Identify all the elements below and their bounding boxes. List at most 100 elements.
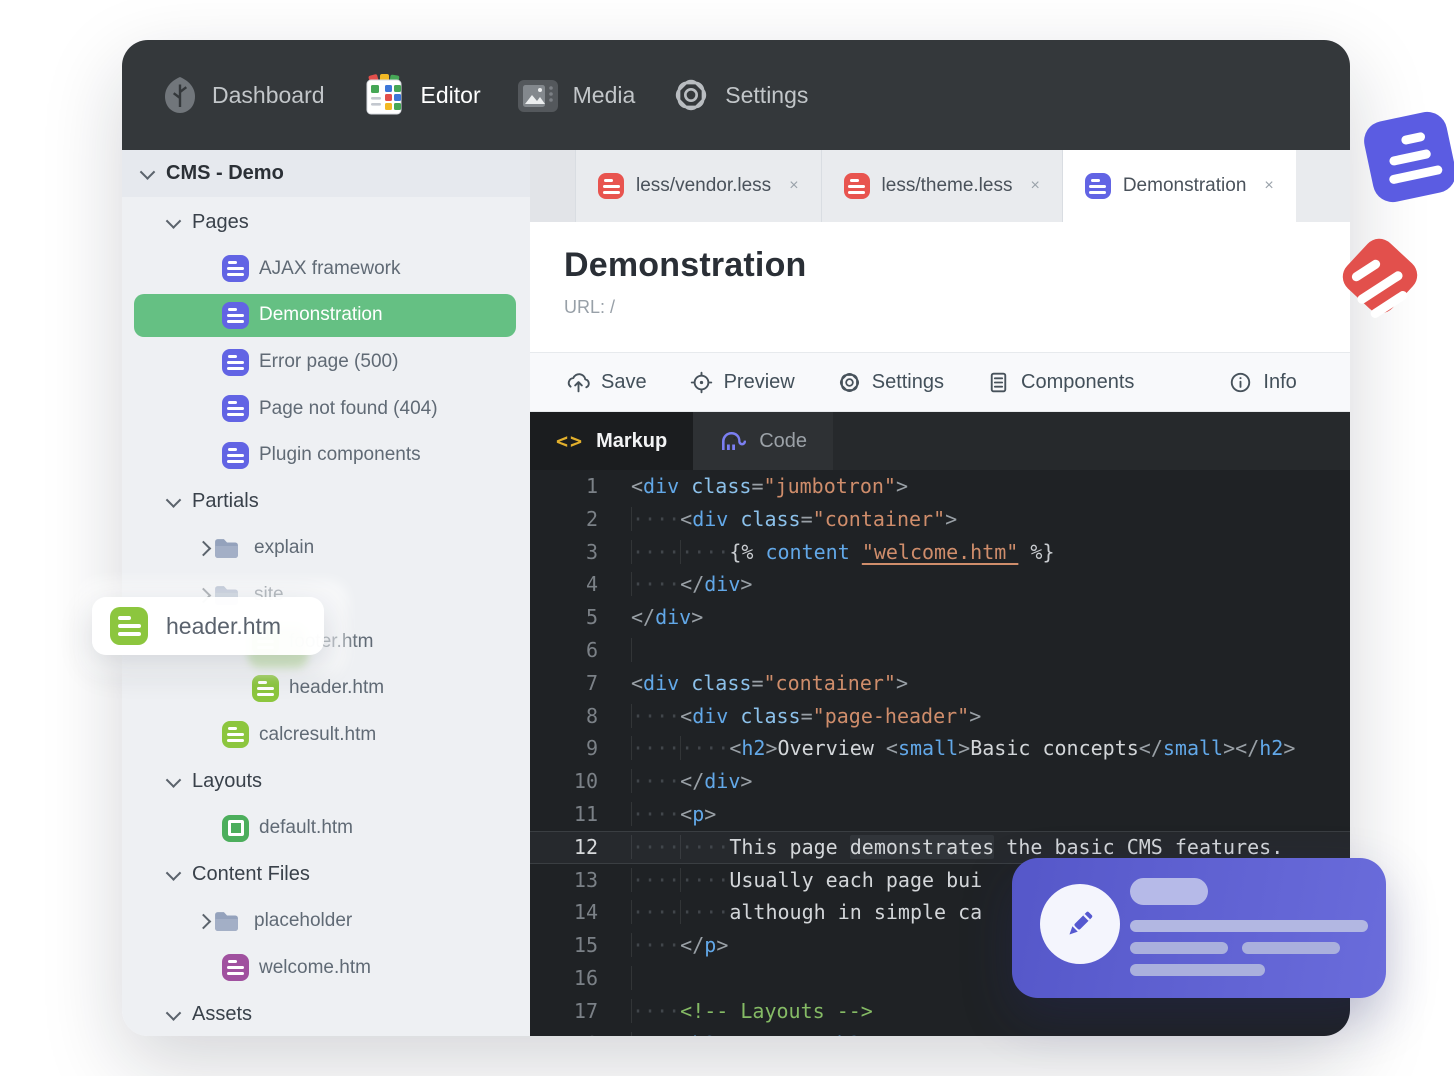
nav-item-media[interactable]: Media xyxy=(517,76,635,114)
page-file-icon xyxy=(222,395,249,423)
cloud-upload-icon xyxy=(566,370,591,395)
line-number: 10 xyxy=(573,769,598,794)
skeleton-line xyxy=(1130,942,1228,954)
line-number: 12 xyxy=(573,834,598,859)
drag-ghost-label: header.htm xyxy=(166,612,282,639)
document-header: Demonstration URL: / xyxy=(530,222,1350,352)
code-line-11: 11 ····<p> xyxy=(530,798,1350,831)
editor-tab-markup[interactable]: <> Markup xyxy=(530,412,694,470)
components-button[interactable]: Components xyxy=(986,370,1134,395)
close-icon[interactable]: × xyxy=(789,177,798,195)
nav-item-settings[interactable]: Settings xyxy=(671,75,808,115)
chevron-down-icon xyxy=(165,772,182,788)
code-line-10: 10 ····</div> xyxy=(530,765,1350,798)
line-number: 11 xyxy=(573,801,598,826)
content-file-icon xyxy=(222,954,249,982)
code-line-18: 18····<h3>Layouts</h3> xyxy=(530,1028,1350,1036)
nav-item-dashboard[interactable]: Dashboard xyxy=(162,75,325,115)
skeleton-pill xyxy=(1130,878,1208,905)
sidebar-item-ajax-framework[interactable]: AJAX framework xyxy=(122,246,530,293)
sidebar-item-welcome.htm[interactable]: welcome.htm xyxy=(122,945,530,992)
sidebar-section-partials[interactable]: Partials xyxy=(122,479,530,526)
chevron-down-icon xyxy=(165,213,182,229)
line-number: 3 xyxy=(585,539,598,564)
chevron-down-icon xyxy=(165,492,182,509)
save-button[interactable]: Save xyxy=(566,370,647,395)
nav-item-editor[interactable]: Editor xyxy=(361,73,481,117)
line-number: 13 xyxy=(573,867,598,892)
sidebar-item-default.htm[interactable]: default.htm xyxy=(122,805,530,852)
partial-file-icon xyxy=(222,721,249,749)
info-icon xyxy=(1228,370,1253,395)
layout-file-icon xyxy=(222,814,249,842)
file-icon xyxy=(598,173,624,199)
decorative-list-icon xyxy=(1336,232,1424,320)
document-tab-demonstration[interactable]: Demonstration × xyxy=(1062,150,1296,222)
partial-file-icon xyxy=(110,607,148,645)
page-background: Dashboard Editor Media Settings CMS - Demo … xyxy=(0,0,1454,1076)
sidebar-section-layouts[interactable]: Layouts xyxy=(122,758,530,805)
sidebar-item-plugin-components[interactable]: Plugin components xyxy=(122,432,530,479)
line-number: 17 xyxy=(573,998,598,1023)
nav-label: Dashboard xyxy=(212,81,325,108)
line-number: 18 xyxy=(530,1028,598,1036)
sidebar-section-assets[interactable]: Assets xyxy=(122,991,530,1036)
decorative-notes-icon xyxy=(1360,108,1454,206)
decorative-edit-card xyxy=(1012,858,1386,998)
settings-button[interactable]: Settings xyxy=(837,370,944,395)
editor-mode-bar: <> Markup Code xyxy=(530,412,1350,470)
chevron-right-icon xyxy=(195,540,212,557)
drag-ghost: header.htm xyxy=(92,597,324,655)
toolbar: Save Preview Settings Components Info xyxy=(530,352,1350,412)
gear-icon xyxy=(837,370,862,395)
chevron-down-icon xyxy=(139,164,156,180)
code-line-9: 9 ········<h2>Overview <small>Basic conce… xyxy=(530,732,1350,765)
line-number: 1 xyxy=(585,474,598,498)
php-elephant-icon xyxy=(719,430,747,452)
sidebar-item-calcresult.htm[interactable]: calcresult.htm xyxy=(122,712,530,759)
sidebar-section-content-files[interactable]: Content Files xyxy=(122,851,530,898)
line-number: 6 xyxy=(585,637,598,662)
code-line-1: 1 <div class="jumbotron"> xyxy=(530,470,1350,503)
page-file-icon xyxy=(222,441,249,469)
chevron-down-icon xyxy=(165,1005,182,1021)
line-number: 7 xyxy=(585,670,598,695)
code-line-6: 6 xyxy=(530,634,1350,667)
target-icon xyxy=(689,370,714,395)
line-number: 5 xyxy=(585,605,598,630)
file-icon xyxy=(1084,173,1111,199)
page-file-icon xyxy=(222,255,249,283)
code-line-2: 2 ····<div class="container"> xyxy=(530,503,1350,536)
page-file-icon xyxy=(222,348,249,376)
sidebar-section-pages[interactable]: Pages xyxy=(122,199,530,246)
page-title: Demonstration xyxy=(564,246,807,284)
document-tab-less-theme.less[interactable]: less/theme.less × xyxy=(822,150,1063,222)
code-line-3: 3 ········{% content "welcome.htm" %} xyxy=(530,536,1350,569)
media-app-icon xyxy=(517,76,559,114)
line-number: 2 xyxy=(585,506,598,531)
editor-tab-code[interactable]: Code xyxy=(693,412,834,470)
partial-file-icon xyxy=(252,674,279,702)
leaf-logo xyxy=(162,75,198,115)
sidebar-item-demonstration[interactable]: Demonstration xyxy=(122,292,530,339)
skeleton-line xyxy=(1130,920,1368,932)
components-icon xyxy=(986,370,1011,395)
document-tab-less-vendor.less[interactable]: less/vendor.less × xyxy=(576,150,822,222)
sidebar-folder-explain[interactable]: explain xyxy=(122,525,530,572)
preview-button[interactable]: Preview xyxy=(689,370,795,395)
skeleton-line xyxy=(1242,942,1340,954)
close-icon[interactable]: × xyxy=(1264,177,1273,195)
close-icon[interactable]: × xyxy=(1030,177,1039,195)
folder-icon xyxy=(213,910,240,933)
file-icon xyxy=(843,173,870,199)
skeleton-line xyxy=(1130,964,1265,976)
sidebar-folder-placeholder[interactable]: placeholder xyxy=(122,898,530,945)
folder-icon xyxy=(213,537,240,560)
code-line-5: 5 </div> xyxy=(530,601,1350,634)
sidebar-item-error-page-500-[interactable]: Error page (500) xyxy=(122,339,530,386)
info-button[interactable]: Info xyxy=(1228,370,1297,395)
line-number: 14 xyxy=(573,900,598,925)
code-line-17: 17 ····<!-- Layouts --> xyxy=(530,995,1350,1028)
sidebar-root[interactable]: CMS - Demo xyxy=(122,150,530,197)
sidebar-item-page-not-found-404-[interactable]: Page not found (404) xyxy=(122,385,530,432)
